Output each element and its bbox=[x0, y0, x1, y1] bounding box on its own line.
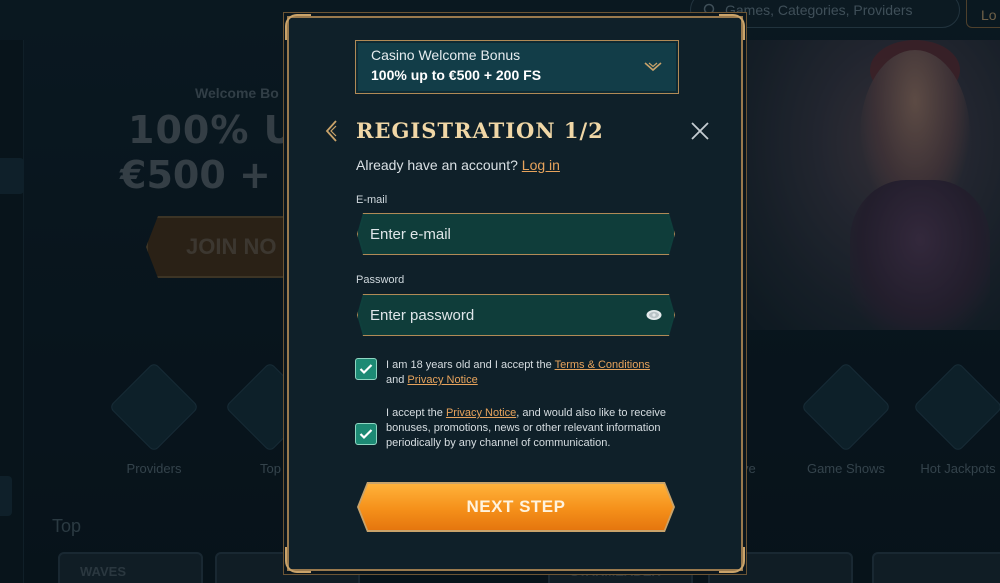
chevron-down-icon bbox=[644, 62, 662, 72]
password-field-frame bbox=[357, 294, 675, 336]
terms-link[interactable]: Terms & Conditions bbox=[555, 359, 650, 371]
have-account-text: Already have an account? bbox=[356, 157, 518, 173]
frame-corner bbox=[719, 14, 745, 40]
password-label: Password bbox=[356, 274, 405, 286]
bonus-select[interactable]: Casino Welcome Bonus 100% up to €500 + 2… bbox=[355, 40, 679, 94]
frame-corner bbox=[285, 547, 311, 573]
terms-consent-row: I am 18 years old and I accept the Terms… bbox=[355, 358, 686, 388]
email-field-frame bbox=[357, 213, 675, 255]
back-arrow-icon[interactable] bbox=[325, 120, 339, 142]
have-account-row: Already have an account? Log in bbox=[356, 157, 560, 173]
bonus-value: 100% up to €500 + 200 FS bbox=[371, 67, 542, 83]
privacy-link[interactable]: Privacy Notice bbox=[446, 407, 516, 419]
email-label: E-mail bbox=[356, 194, 388, 206]
terms-checkbox[interactable] bbox=[355, 358, 377, 380]
marketing-checkbox[interactable] bbox=[355, 423, 377, 445]
frame-corner bbox=[285, 14, 311, 40]
checkmark-icon bbox=[359, 429, 373, 440]
email-field[interactable] bbox=[370, 214, 640, 254]
checkmark-icon bbox=[359, 364, 373, 375]
modal-title: REGISTRATION 1/2 bbox=[356, 118, 604, 143]
bonus-title: Casino Welcome Bonus bbox=[371, 47, 521, 63]
next-step-button[interactable]: NEXT STEP bbox=[357, 482, 675, 532]
password-field[interactable] bbox=[370, 295, 640, 335]
and-text: and bbox=[386, 374, 408, 386]
terms-consent-text: I am 18 years old and I accept the Terms… bbox=[386, 359, 650, 386]
eye-icon[interactable] bbox=[646, 309, 662, 321]
registration-modal: Casino Welcome Bonus 100% up to €500 + 2… bbox=[285, 14, 745, 573]
login-link[interactable]: Log in bbox=[522, 157, 560, 173]
privacy-link[interactable]: Privacy Notice bbox=[407, 374, 477, 386]
frame-corner bbox=[719, 547, 745, 573]
close-icon[interactable] bbox=[689, 120, 711, 142]
marketing-consent-row: I accept the Privacy Notice, and would a… bbox=[355, 406, 686, 451]
next-step-label: NEXT STEP bbox=[466, 497, 566, 516]
marketing-consent-text: I accept the Privacy Notice, and would a… bbox=[386, 407, 667, 449]
